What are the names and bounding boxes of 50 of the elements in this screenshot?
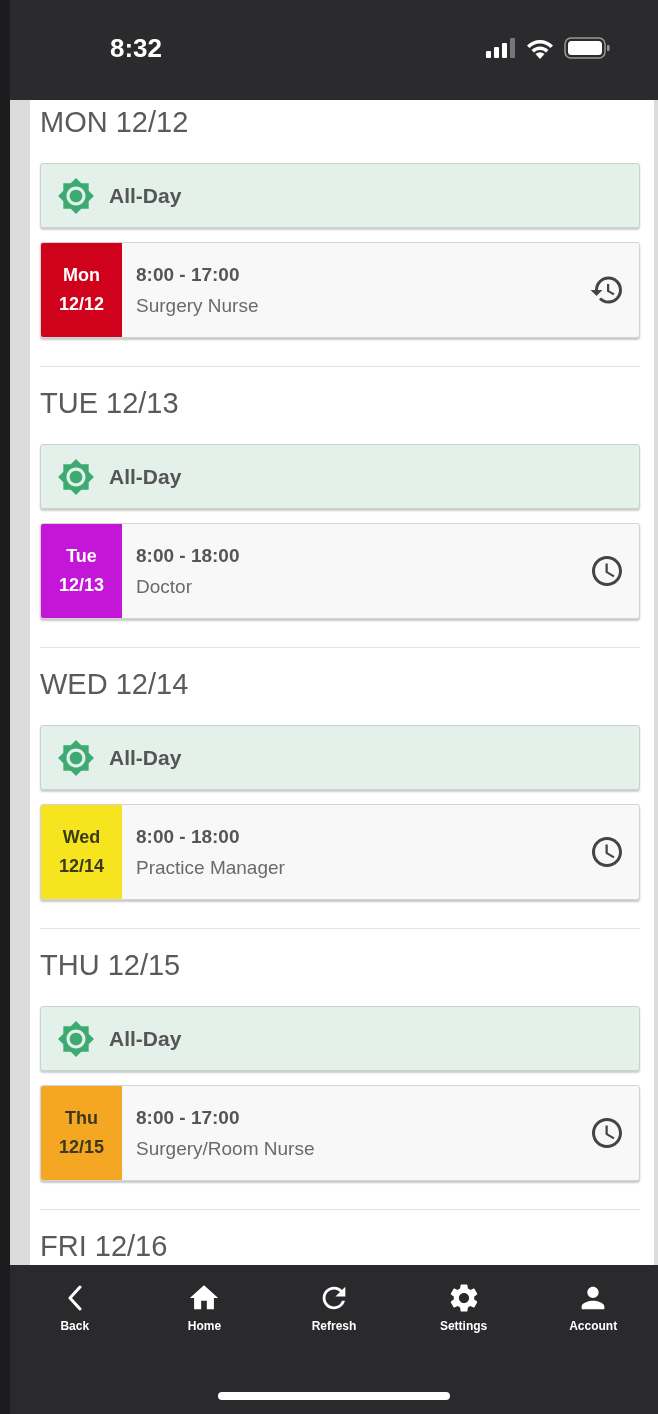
nav-button[interactable]: Account [528,1281,658,1333]
shift-date: 12/15 [58,1137,104,1158]
clock-icon[interactable] [589,834,625,870]
shift-role: Surgery Nurse [136,294,260,317]
nav-button[interactable]: Settings [398,1281,529,1333]
sun-icon [57,176,95,215]
status-time: 8:32 [110,32,164,64]
clock-icon[interactable] [589,553,625,589]
all-day-label: All-Day [109,1026,182,1051]
sun-icon [57,457,95,496]
shift-role: Doctor [136,575,193,598]
all-day-card[interactable]: All-Day [40,1006,640,1071]
shift-day: Mon [63,265,100,286]
shift-time: 8:00 - 18:00 [136,825,241,848]
shift-date: 12/14 [58,856,104,877]
nav-button[interactable]: Back [10,1281,140,1333]
shift-role: Surgery/Room Nurse [136,1137,316,1160]
day-heading: FRI 12/16 [40,1229,169,1264]
clock-icon[interactable] [589,1115,625,1151]
nav-button[interactable]: Refresh [269,1281,399,1333]
all-day-label: All-Day [109,745,182,770]
shift-day: Wed [62,827,101,848]
all-day-card[interactable]: All-Day [40,725,640,790]
shift-day: Tue [66,546,97,567]
shift-card[interactable]: Thu 12/15 8:00 - 17:00 Surgery/Room Nurse [40,1085,640,1181]
wifi-icon [526,37,554,59]
sun-icon [57,738,95,777]
shift-card[interactable]: Mon 12/12 8:00 - 17:00 Surgery Nurse [40,242,640,338]
day-heading: MON 12/12 [40,105,190,140]
day-heading: TUE 12/13 [40,386,180,421]
day-heading: THU 12/15 [40,948,182,983]
nav-button[interactable]: Home [139,1281,270,1333]
all-day-card[interactable]: All-Day [40,444,640,509]
signal-icon [486,38,516,58]
sun-icon [57,1019,95,1058]
all-day-label: All-Day [109,183,182,208]
shift-card[interactable]: Wed 12/14 8:00 - 18:00 Practice Manager [40,804,640,900]
all-day-label: All-Day [109,464,182,489]
back-icon [67,1285,82,1311]
shift-time: 8:00 - 17:00 [136,263,241,286]
shift-date: 12/13 [58,575,104,596]
shift-day: Thu [65,1108,98,1129]
battery-icon [564,37,610,59]
shift-time: 8:00 - 18:00 [136,544,241,567]
shift-card[interactable]: Tue 12/13 8:00 - 18:00 Doctor [40,523,640,619]
shift-date: 12/12 [58,294,104,315]
shift-time: 8:00 - 17:00 [136,1106,241,1129]
all-day-card[interactable]: All-Day [40,163,640,228]
day-heading: WED 12/14 [40,667,190,702]
shift-role: Practice Manager [136,856,286,879]
